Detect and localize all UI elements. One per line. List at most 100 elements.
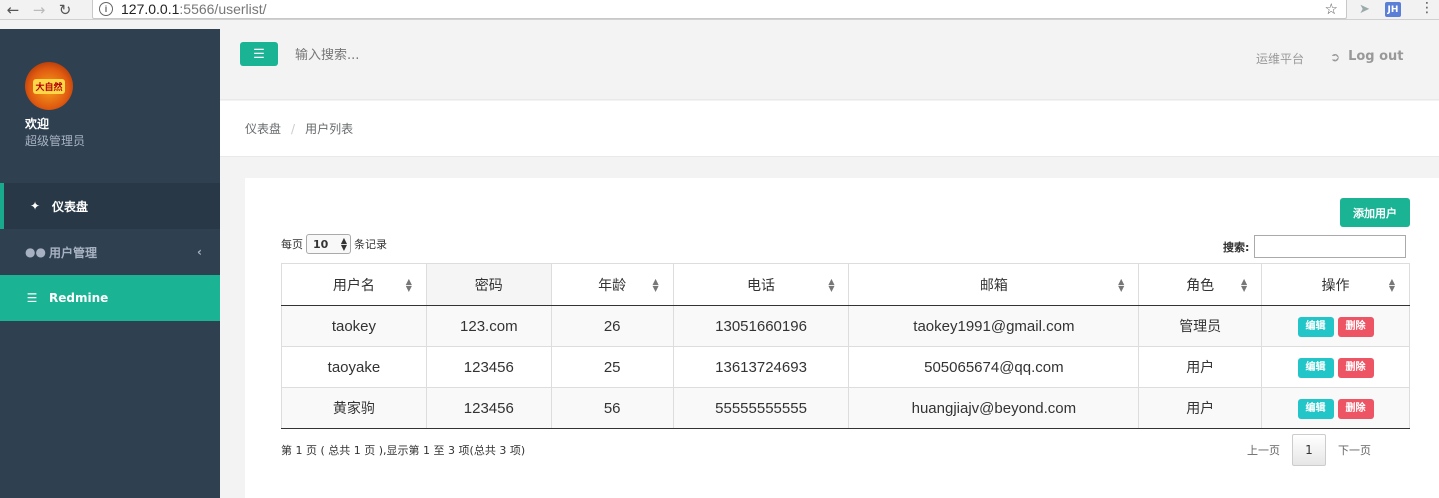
- pagination: 上一页 1 下一页: [1235, 434, 1383, 466]
- chevron-left-icon: ‹: [197, 245, 202, 259]
- hamburger-icon: ☰: [253, 46, 265, 61]
- table-search-label: 搜索:: [1223, 240, 1250, 254]
- sidebar-item-label: 仪表盘: [52, 199, 89, 214]
- browser-menu-icon[interactable]: ⋮: [1420, 0, 1434, 16]
- column-header-username[interactable]: 用户名 ▲ ▼: [281, 263, 427, 306]
- page-length-control: 每页 10 ▲ ▼ 条记录: [281, 234, 387, 254]
- welcome-text: 欢迎: [25, 117, 50, 131]
- table-row: 黄家驹 123456 56 55555555555 huangjiajv@bey…: [281, 387, 1410, 429]
- reload-icon[interactable]: ↻: [52, 0, 78, 20]
- delete-button[interactable]: 删除: [1337, 316, 1374, 337]
- header-label: 密码: [474, 277, 503, 294]
- table-row: taokey 123.com 26 13051660196 taokey1991…: [281, 305, 1410, 347]
- next-page-link[interactable]: 下一页: [1326, 442, 1383, 458]
- header-label: 邮箱: [979, 277, 1008, 294]
- cell-username: taoyake: [281, 346, 427, 388]
- users-table: 用户名 ▲ ▼ 密码 年龄 ▲ ▼ 电话 ▲ ▼ 邮箱 ▲ ▼ 角色 ▲ ▼ 操作 ▲ ▼ taokey…: [281, 263, 1410, 429]
- edit-button[interactable]: 编辑: [1297, 357, 1334, 378]
- column-header-email[interactable]: 邮箱 ▲ ▼: [848, 263, 1140, 306]
- cell-actions: 编辑 删除: [1261, 387, 1410, 429]
- cell-email: taokey1991@gmail.com: [848, 305, 1140, 347]
- cell-role: 管理员: [1138, 305, 1263, 347]
- edit-button[interactable]: 编辑: [1297, 398, 1334, 419]
- ops-platform-link[interactable]: 运维平台: [1256, 50, 1304, 67]
- sort-icon: ▲ ▼: [1240, 277, 1248, 293]
- edit-button[interactable]: 编辑: [1297, 316, 1334, 337]
- current-page-button[interactable]: 1: [1292, 434, 1326, 466]
- cell-password: 123456: [425, 387, 552, 429]
- sort-icon: ▲ ▼: [1388, 277, 1395, 293]
- table-header-row: 用户名 ▲ ▼ 密码 年龄 ▲ ▼ 电话 ▲ ▼ 邮箱 ▲ ▼ 角色 ▲ ▼ 操作 ▲ ▼: [281, 263, 1410, 306]
- cell-phone: 55555555555: [672, 387, 850, 429]
- cell-email: 505065674@qq.com: [848, 346, 1140, 388]
- logout-link[interactable]: ➲ Log out: [1330, 49, 1404, 64]
- add-user-button[interactable]: 添加用户: [1340, 198, 1410, 227]
- sidebar: 大自然 欢迎 超级管理员 ✦ 仪表盘 ●● 用户管理 ‹ ☰ Redmine: [0, 29, 220, 498]
- sidebar-item-redmine[interactable]: ☰ Redmine: [0, 275, 220, 321]
- page-length-value: 10: [313, 237, 329, 251]
- prev-page-link[interactable]: 上一页: [1235, 442, 1292, 458]
- table-row: taoyake 123456 25 13613724693 505065674@…: [281, 346, 1410, 388]
- user-role: 超级管理员: [25, 134, 86, 148]
- cell-phone: 13613724693: [672, 346, 850, 388]
- column-header-phone[interactable]: 电话 ▲ ▼: [672, 263, 850, 306]
- avatar-text: 大自然: [33, 78, 65, 94]
- breadcrumb-current: 用户列表: [305, 122, 354, 136]
- select-arrows-icon: ▲ ▼: [340, 236, 347, 252]
- sign-out-icon: ➲: [1330, 49, 1341, 64]
- page-length-select[interactable]: 10 ▲ ▼: [306, 234, 351, 254]
- breadcrumb-separator: /: [291, 121, 296, 136]
- database-icon: ☰: [26, 291, 38, 305]
- column-header-actions[interactable]: 操作 ▲ ▼: [1261, 263, 1410, 306]
- url-path: :5566/userlist/: [179, 1, 267, 17]
- cell-password: 123.com: [425, 305, 552, 347]
- column-header-role[interactable]: 角色 ▲ ▼: [1138, 263, 1263, 306]
- header-label: 年龄: [598, 277, 627, 294]
- table-search-input[interactable]: [1254, 235, 1407, 258]
- delete-button[interactable]: 删除: [1337, 398, 1374, 419]
- header-label: 用户名: [332, 277, 375, 294]
- bookmark-star-icon[interactable]: ☆: [1325, 0, 1338, 18]
- sort-icon: ▲ ▼: [1118, 277, 1125, 293]
- header-label: 电话: [747, 277, 776, 294]
- column-header-age[interactable]: 年龄 ▲ ▼: [550, 263, 674, 306]
- cell-password: 123456: [425, 346, 552, 388]
- cell-email: huangjiajv@beyond.com: [848, 387, 1140, 429]
- extension-bird-icon[interactable]: ➤: [1359, 2, 1375, 18]
- cell-age: 56: [550, 387, 674, 429]
- sort-icon: ▲ ▼: [652, 277, 659, 293]
- logout-label: Log out: [1348, 49, 1404, 64]
- cell-username: taokey: [281, 305, 427, 347]
- header-label: 操作: [1321, 277, 1350, 294]
- cell-age: 26: [550, 305, 674, 347]
- sort-icon: ▲ ▼: [828, 277, 835, 293]
- per-page-suffix: 条记录: [354, 238, 387, 251]
- per-page-prefix: 每页: [281, 238, 303, 251]
- delete-button[interactable]: 删除: [1337, 357, 1374, 378]
- forward-icon[interactable]: →: [26, 0, 52, 20]
- table-info: 第 1 页 ( 总共 1 页 ),显示第 1 至 3 项(总共 3 项): [281, 444, 526, 457]
- url-host: 127.0.0.1: [121, 1, 180, 17]
- cell-actions: 编辑 删除: [1261, 346, 1410, 388]
- sidebar-item-label: 用户管理: [49, 245, 98, 260]
- users-icon: ●●: [25, 245, 46, 259]
- top-search-input[interactable]: [295, 48, 595, 63]
- user-list-panel: 添加用户 每页 10 ▲ ▼ 条记录 搜索: 用户名 ▲ ▼ 密码 年龄 ▲ ▼ 电话 ▲ ▼…: [245, 178, 1439, 498]
- table-search: 搜索:: [1223, 235, 1407, 258]
- top-navbar: ☰ 运维平台 ➲ Log out: [220, 29, 1439, 100]
- column-header-password[interactable]: 密码: [425, 263, 552, 306]
- sidebar-item-dashboard[interactable]: ✦ 仪表盘: [0, 183, 220, 229]
- gitlab-fox-icon: ✦: [29, 199, 41, 213]
- header-label: 角色: [1186, 277, 1215, 294]
- cell-role: 用户: [1138, 387, 1263, 429]
- sort-icon: ▲ ▼: [405, 277, 412, 293]
- sidebar-item-user-management[interactable]: ●● 用户管理 ‹: [0, 229, 220, 275]
- address-bar[interactable]: i 127.0.0.1 :5566/userlist/ ☆: [92, 0, 1347, 19]
- avatar[interactable]: 大自然: [25, 62, 73, 110]
- back-icon[interactable]: ←: [0, 0, 26, 20]
- info-icon[interactable]: i: [99, 2, 113, 16]
- cell-actions: 编辑 删除: [1261, 305, 1410, 347]
- extension-jh-icon[interactable]: JH: [1385, 2, 1401, 17]
- menu-toggle-button[interactable]: ☰: [240, 42, 278, 66]
- breadcrumb-home[interactable]: 仪表盘: [245, 120, 281, 137]
